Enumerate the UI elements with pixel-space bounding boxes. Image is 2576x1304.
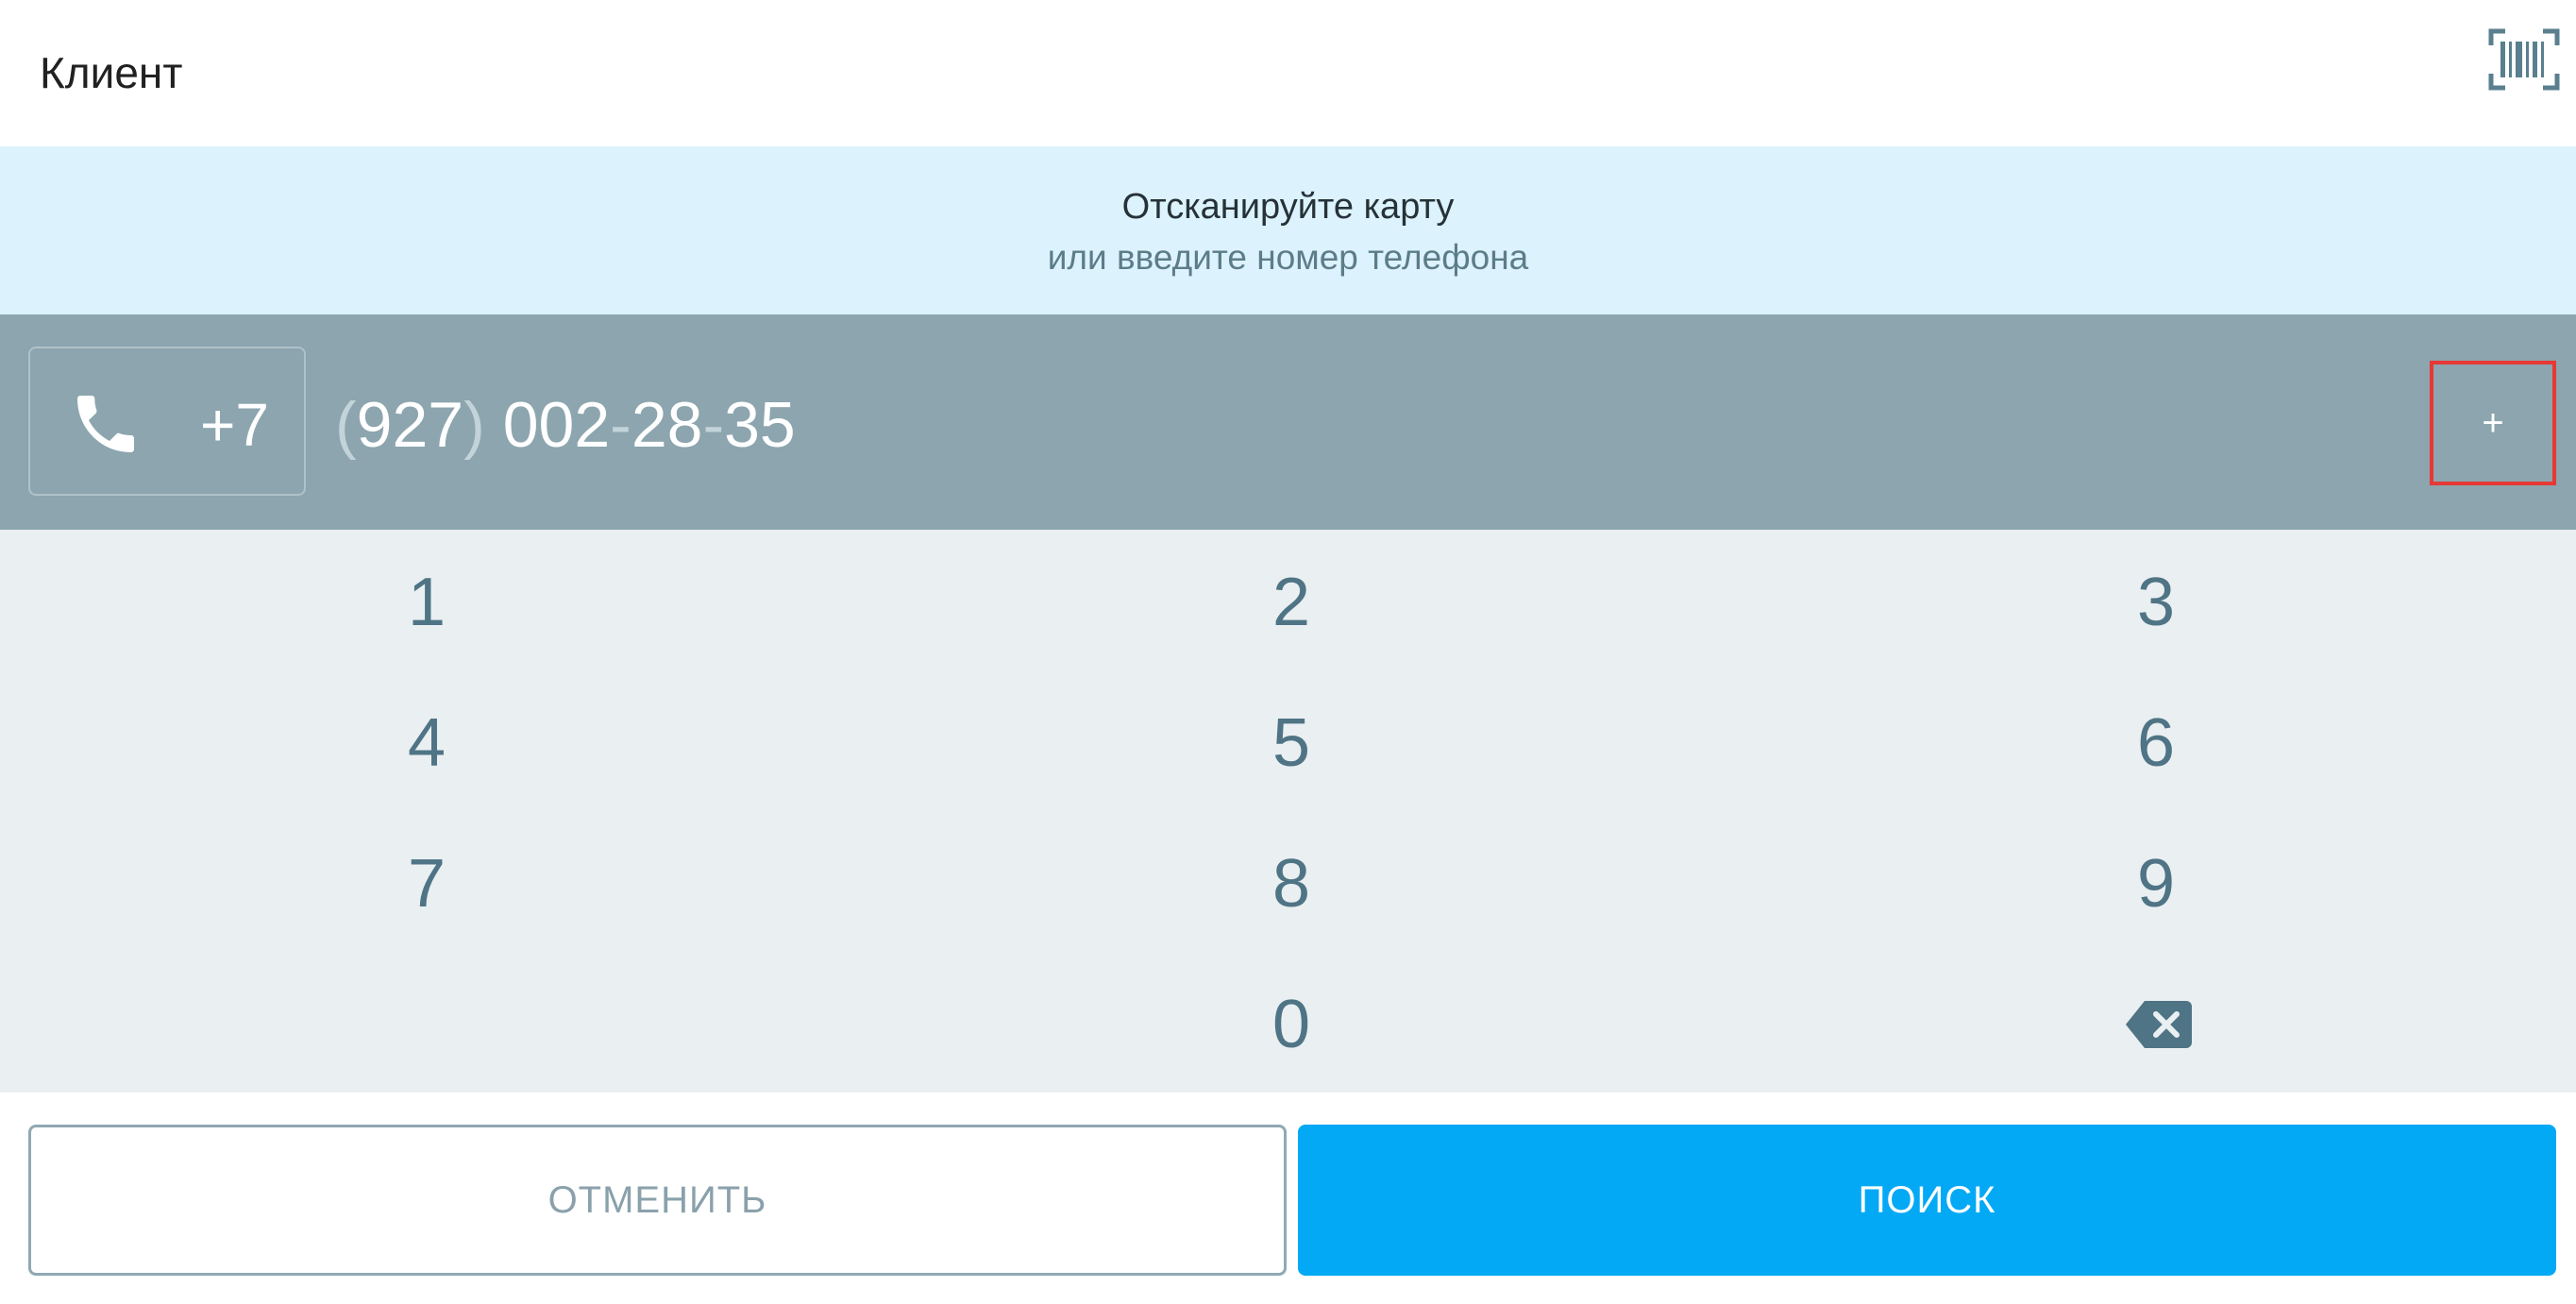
area-code: 927 [356,389,464,461]
phone-part-3: 35 [724,389,796,461]
key-6[interactable]: 6 [1920,677,2392,809]
phone-input-bar: +7 (927) 002-28-35 + [0,314,2576,530]
numeric-keypad: 1 2 3 4 5 6 7 8 9 0 [0,530,2576,1092]
key-9[interactable]: 9 [1920,818,2392,950]
instruction-banner: Отсканируйте карту или введите номер тел… [0,146,2576,314]
phone-part-1: 002 [502,389,611,461]
search-button[interactable]: ПОИСК [1298,1125,2556,1276]
cancel-button[interactable]: ОТМЕНИТЬ [28,1125,1287,1276]
phone-part-2: 28 [631,389,703,461]
add-plus-button[interactable]: + [2430,361,2556,485]
area-code-open-paren: ( [335,389,357,461]
banner-title: Отсканируйте карту [1121,187,1455,227]
backspace-button[interactable] [1920,958,2392,1091]
key-2[interactable]: 2 [1055,536,1527,669]
key-3[interactable]: 3 [1920,536,2392,669]
banner-subtitle: или введите номер телефона [1047,238,1529,277]
page-title: Клиент [40,48,183,97]
key-7[interactable]: 7 [191,818,663,950]
key-4[interactable]: 4 [191,677,663,809]
header: Клиент [0,0,2576,146]
barcode-scan-icon [2488,28,2560,91]
backspace-icon [2126,1001,2192,1048]
key-0[interactable]: 0 [1055,958,1527,1091]
barcode-scan-button[interactable] [2488,28,2560,91]
phone-dash-2: - [702,389,725,461]
key-5[interactable]: 5 [1055,677,1527,809]
key-1[interactable]: 1 [191,536,663,669]
area-code-close-paren: ) [463,389,485,461]
key-8[interactable]: 8 [1055,818,1527,950]
phone-icon [77,396,134,452]
phone-number-field[interactable]: (927) 002-28-35 [335,388,796,462]
country-code-selector[interactable]: +7 [28,347,306,496]
phone-dash-1: - [610,389,631,461]
country-code: +7 [200,391,269,459]
